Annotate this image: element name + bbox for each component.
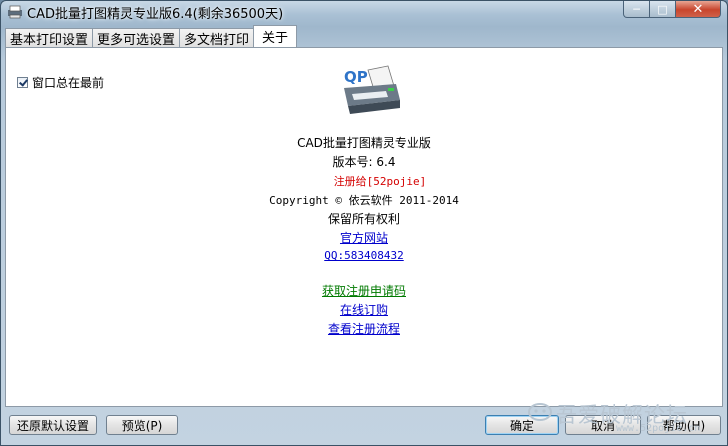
checkbox-checked-icon[interactable]	[17, 77, 28, 88]
minimize-button[interactable]: ─	[623, 1, 650, 18]
get-registration-code-link[interactable]: 获取注册申请码	[322, 284, 406, 298]
checkbox-label: 窗口总在最前	[32, 76, 105, 90]
watermark-logo-icon	[528, 403, 552, 421]
about-panel: 窗口总在最前 QP CAD批量打图精灵专业版 版本号: 6.4 注册给[52po…	[5, 47, 723, 407]
maximize-button[interactable]: □	[650, 1, 676, 18]
logo-text: QP	[344, 68, 368, 86]
registered-to: 注册给[52pojie]	[333, 175, 427, 188]
tab-multi-document-print[interactable]: 多文档打印	[179, 28, 255, 48]
buy-online-link[interactable]: 在线订购	[340, 303, 388, 317]
view-registration-process-link[interactable]: 查看注册流程	[328, 322, 400, 336]
printer-app-icon	[8, 5, 22, 19]
window-title: CAD批量打图精灵专业版6.4(剩余36500天)	[27, 7, 284, 22]
tab-basic-print-settings[interactable]: 基本打印设置	[5, 28, 94, 48]
watermark-url: www.52pojie.cn	[616, 423, 701, 434]
preview-button[interactable]: 预览(P)	[106, 415, 178, 435]
maximize-icon: □	[657, 2, 668, 16]
rights-text: 保留所有权利	[327, 212, 400, 226]
version-text: 版本号: 6.4	[332, 155, 396, 169]
always-on-top-checkbox[interactable]: 窗口总在最前	[17, 74, 104, 91]
printer-logo-icon: QP	[344, 65, 400, 114]
tab-more-settings[interactable]: 更多可选设置	[92, 28, 181, 48]
official-site-link[interactable]: 官方网站	[340, 231, 388, 245]
copyright-text: Copyright © 依云软件 2011-2014	[269, 194, 459, 207]
minimize-icon: ─	[633, 2, 640, 16]
tab-about[interactable]: 关于	[253, 25, 298, 47]
restore-defaults-button[interactable]: 还原默认设置	[9, 415, 97, 435]
watermark-text: 吾爱破解论坛	[556, 403, 688, 427]
close-button[interactable]: ✕	[676, 1, 721, 18]
title-bar[interactable]: CAD批量打图精灵专业版6.4(剩余36500天) ─ □ ✕	[1, 1, 727, 23]
tab-strip: 基本打印设置 更多可选设置 多文档打印 关于	[5, 25, 298, 48]
qq-link[interactable]: QQ:583408432	[324, 249, 403, 262]
close-icon: ✕	[692, 1, 704, 17]
product-name: CAD批量打图精灵专业版	[297, 136, 431, 150]
app-window: CAD批量打图精灵专业版6.4(剩余36500天) ─ □ ✕ 基本打印设置 更…	[0, 0, 728, 446]
